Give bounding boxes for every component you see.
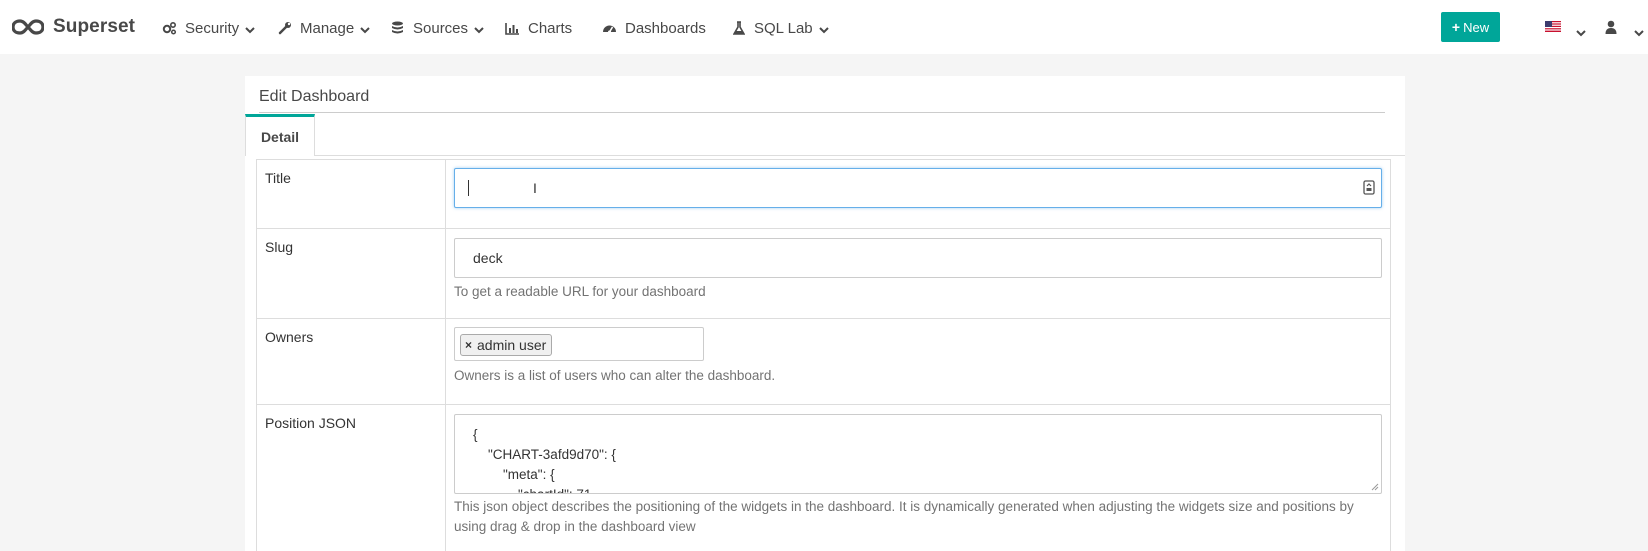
nav-sql-lab[interactable]: SQL Lab	[731, 18, 829, 38]
nav-security[interactable]: Security	[162, 18, 255, 38]
owners-label: Owners	[257, 319, 446, 404]
owner-chip: × admin user	[460, 334, 553, 356]
owners-value-cell: × admin user Owners is a list of users w…	[446, 319, 1390, 404]
wrench-icon	[277, 21, 292, 36]
slug-label: Slug	[257, 229, 446, 318]
nav-manage-label: Manage	[300, 19, 355, 37]
user-icon[interactable]	[1605, 20, 1617, 34]
title-divider	[259, 112, 1385, 113]
slug-value-cell: deck To get a readable URL for your dash…	[446, 229, 1390, 318]
title-label: Title	[257, 160, 446, 228]
chevron-down-icon[interactable]	[1576, 28, 1586, 38]
superset-logo-icon	[12, 19, 44, 35]
nav-sources-label: Sources	[413, 19, 469, 37]
brand-link[interactable]: Superset	[12, 14, 135, 40]
nav-dashboards-label: Dashboards	[625, 19, 706, 37]
nav-charts-label: Charts	[528, 19, 573, 37]
new-button-label: New	[1463, 19, 1490, 35]
chevron-down-icon	[818, 27, 829, 34]
plus-icon: +	[1451, 19, 1461, 35]
dashboard-icon	[602, 21, 617, 36]
new-button[interactable]: + New	[1441, 12, 1500, 42]
owners-help-text: Owners is a list of users who can alter …	[454, 368, 776, 383]
edit-dashboard-panel: Edit Dashboard Detail Title I Slug deck …	[245, 76, 1405, 551]
nav-security-label: Security	[185, 19, 240, 37]
password-manager-icon[interactable]	[1363, 180, 1375, 195]
top-navbar: Superset Security Manage Sources Charts …	[0, 0, 1648, 54]
page-title: Edit Dashboard	[259, 88, 370, 105]
text-cursor	[468, 180, 469, 196]
nav-sources[interactable]: Sources	[390, 18, 484, 38]
remove-icon[interactable]: ×	[465, 338, 472, 352]
code-line: "CHART-3afd9d70": {	[473, 447, 616, 462]
chevron-down-icon	[474, 27, 484, 34]
chevron-down-icon	[360, 27, 370, 34]
nav-dashboards[interactable]: Dashboards	[602, 18, 706, 38]
owners-select[interactable]: × admin user	[454, 327, 704, 361]
code-line: "meta": {	[473, 467, 555, 482]
slug-input[interactable]: deck	[454, 238, 1382, 278]
nav-charts[interactable]: Charts	[505, 18, 572, 38]
slug-help-text: To get a readable URL for your dashboard	[454, 284, 706, 299]
brand-name: Superset	[53, 16, 136, 37]
us-flag-icon[interactable]	[1545, 21, 1561, 32]
form-row-owners: Owners × admin user Owners is a list of …	[256, 319, 1391, 405]
chevron-down-icon[interactable]	[1634, 28, 1644, 38]
form-row-position-json: Position JSON { "CHART-3afd9d70": { "met…	[256, 405, 1391, 551]
chevron-down-icon	[245, 27, 255, 34]
code-line: {	[473, 427, 478, 442]
database-icon	[390, 21, 405, 36]
title-input[interactable]	[454, 168, 1382, 208]
tab-detail[interactable]: Detail	[245, 114, 315, 156]
ibeam-cursor-icon: I	[533, 180, 537, 196]
position-json-label: Position JSON	[257, 405, 446, 551]
form-row-title: Title I	[256, 159, 1391, 229]
tab-divider	[315, 155, 1405, 156]
nav-manage[interactable]: Manage	[277, 18, 370, 38]
position-json-textarea[interactable]: { "CHART-3afd9d70": { "meta": { "chartId…	[454, 414, 1382, 494]
owner-chip-label: admin user	[477, 337, 547, 353]
bar-chart-icon	[505, 21, 520, 36]
resize-handle-icon[interactable]	[1371, 483, 1379, 491]
form-row-slug: Slug deck To get a readable URL for your…	[256, 229, 1391, 319]
cogs-icon	[162, 21, 177, 36]
position-json-help-text: This json object describes the positioni…	[454, 499, 1354, 534]
title-value-cell: I	[446, 160, 1390, 228]
position-json-value-cell: { "CHART-3afd9d70": { "meta": { "chartId…	[446, 405, 1390, 551]
flask-icon	[731, 20, 746, 36]
code-line: "chartId": 71,	[473, 485, 1363, 493]
nav-sql-lab-label: SQL Lab	[754, 19, 813, 37]
